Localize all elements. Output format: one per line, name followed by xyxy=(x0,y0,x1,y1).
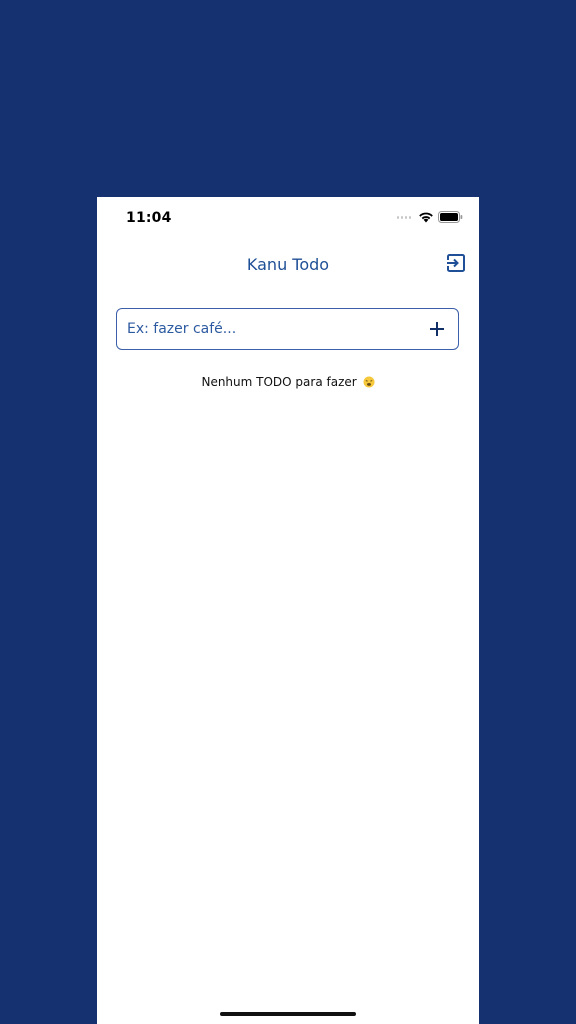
app-screen: 11:04 Kanu Todo Ex: fazer café... Nenhum… xyxy=(97,197,479,1024)
logout-icon xyxy=(446,254,465,272)
wifi-icon xyxy=(419,212,433,223)
header: Kanu Todo xyxy=(97,249,479,281)
todo-input[interactable] xyxy=(127,309,417,349)
logout-button[interactable] xyxy=(446,253,466,273)
status-time: 11:04 xyxy=(126,210,172,226)
status-bar: 11:04 xyxy=(97,197,479,243)
add-todo-button[interactable] xyxy=(428,320,446,338)
app-title: Kanu Todo xyxy=(246,255,330,274)
plus-icon xyxy=(430,322,444,336)
status-icons xyxy=(396,211,464,223)
home-indicator xyxy=(220,1012,356,1016)
todo-input-container xyxy=(116,308,459,350)
empty-state-message: Nenhum TODO para fazer xyxy=(201,375,357,389)
battery-icon xyxy=(438,211,463,223)
weary-face-emoji-icon xyxy=(363,376,375,388)
empty-state: Nenhum TODO para fazer xyxy=(97,375,479,389)
cellular-signal-icon xyxy=(396,215,411,219)
